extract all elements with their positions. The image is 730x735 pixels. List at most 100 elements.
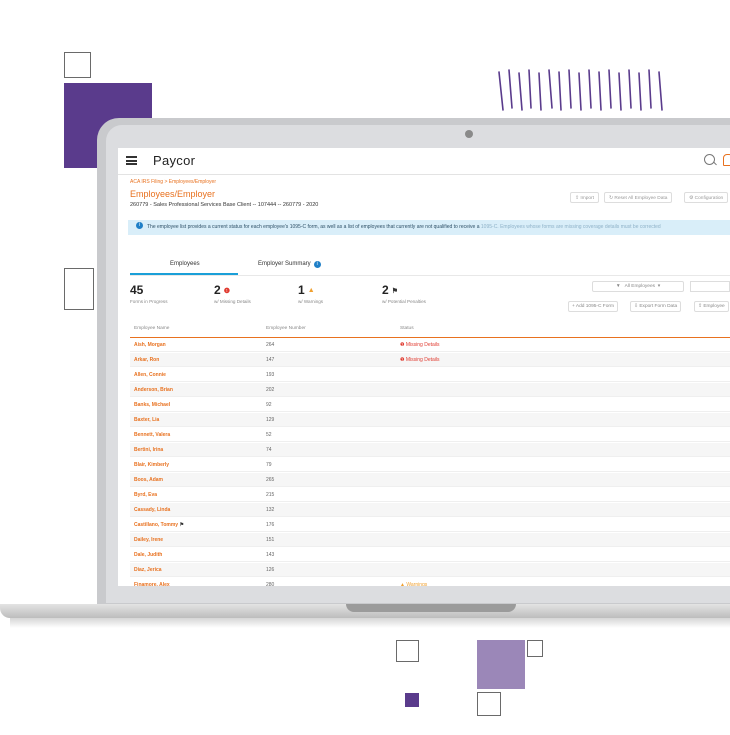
laptop-screen: Paycor ACA IRS Filing > Employees/Employ… — [118, 148, 730, 586]
bell-icon[interactable] — [723, 154, 730, 166]
breadcrumb[interactable]: ACA IRS Filing > Employees/Employer — [130, 179, 216, 185]
employee-filter-select[interactable]: ▼ All Employees ▾ — [592, 281, 684, 292]
app-logo[interactable]: Paycor — [153, 153, 195, 168]
tab-employees[interactable]: Employees — [170, 261, 200, 267]
top-bar: Paycor — [118, 148, 730, 175]
table-row[interactable]: Allen, Connie 193 — [130, 368, 730, 382]
employee-number: 52 — [266, 432, 272, 438]
table-row[interactable]: Dale, Judith 143 — [130, 548, 730, 562]
table-row[interactable]: Bennett, Valera 52 — [130, 428, 730, 442]
table-row[interactable]: Byrd, Eva 215 — [130, 488, 730, 502]
status-cell: ▲ Warnings — [400, 582, 428, 586]
employee-name-link[interactable]: Castillano, Tommy ⚑ — [134, 522, 184, 528]
export-label: Export Form Data — [639, 304, 678, 309]
stat-potential-penalties[interactable]: 2 ⚑ — [382, 283, 398, 297]
table-row[interactable]: Aish, Morgan 264 ❶ Missing Details — [130, 338, 730, 352]
add-form-label: Add 1095-C Form — [575, 304, 614, 309]
error-icon: ❶ — [223, 287, 230, 295]
decor-square-outline — [396, 640, 419, 662]
status-cell: ❶ Missing Details — [400, 357, 440, 363]
employee-name-link[interactable]: Cassady, Linda — [134, 507, 170, 513]
decor-square-outline — [477, 692, 501, 716]
employee-number: 265 — [266, 477, 275, 483]
employee-number: 143 — [266, 552, 275, 558]
add-form-button[interactable]: + Add 1095-C Form — [568, 301, 618, 312]
decor-square-outline — [527, 640, 543, 657]
column-header-name[interactable]: Employee Name — [134, 326, 169, 331]
laptop-shadow — [10, 618, 730, 628]
employee-number: 176 — [266, 522, 275, 528]
tab-employer-summary-label: Employer Summary — [258, 261, 311, 267]
banner-text: The employee list provides a current sta… — [147, 224, 481, 230]
employee-name-link[interactable]: Banks, Michael — [134, 402, 170, 408]
camera-icon — [465, 130, 473, 138]
tab-employees-label: Employees — [170, 261, 200, 267]
employee-name-link[interactable]: Blair, Kimberly — [134, 462, 169, 468]
employee-number: 129 — [266, 417, 275, 423]
stat-forms-in-progress: 45 — [130, 283, 144, 297]
employee-name-link[interactable]: Dailey, Irene — [134, 537, 163, 543]
export-button[interactable]: ⇩ Export Form Data — [630, 301, 682, 312]
stat-warnings[interactable]: 1 ▲ — [298, 283, 315, 297]
table-row[interactable]: Boos, Adam 265 — [130, 473, 730, 487]
hamburger-menu-icon[interactable] — [126, 156, 137, 165]
table-row[interactable]: Castillano, Tommy ⚑ 176 — [130, 518, 730, 532]
configuration-button[interactable]: ⚙ Configuration — [684, 192, 729, 203]
employee-name-link[interactable]: Diaz, Jerica — [134, 567, 162, 573]
table-row[interactable]: Diaz, Jerica 126 — [130, 563, 730, 577]
tab-employer-summary[interactable]: Employer Summary i — [258, 261, 321, 268]
table-row[interactable]: Cassady, Linda 132 — [130, 503, 730, 517]
info-icon: i — [313, 261, 321, 268]
employee-name-link[interactable]: Anderson, Brian — [134, 387, 173, 393]
table-row[interactable]: Blair, Kimberly 79 — [130, 458, 730, 472]
table-row[interactable]: Dailey, Irene 151 — [130, 533, 730, 547]
table-row[interactable]: Arkar, Ron 147 ❶ Missing Details — [130, 353, 730, 367]
stat-missing-details[interactable]: 2❶ — [214, 283, 230, 297]
employee-number: 193 — [266, 372, 275, 378]
employee-name-link[interactable]: Bertini, Irina — [134, 447, 163, 453]
error-icon: ❶ — [400, 342, 405, 348]
reset-data-button[interactable]: ↻ Reset All Employee Data — [604, 192, 673, 203]
employee-name-link[interactable]: Allen, Connie — [134, 372, 166, 378]
table-row[interactable]: Finamore, Alex 280 ▲ Warnings — [130, 578, 730, 586]
stat-label: w/ Warnings — [298, 299, 324, 304]
banner-text-faded: 1095-C. Employees whose forms are missin… — [480, 224, 661, 230]
employee-name-link[interactable]: Aish, Morgan — [134, 342, 166, 348]
table-row[interactable]: Banks, Michael 92 — [130, 398, 730, 412]
decor-square-purple — [405, 693, 419, 707]
employee-number: 132 — [266, 507, 275, 513]
stat-label: Forms in Progress — [130, 299, 168, 304]
employee-name-link[interactable]: Bennett, Valera — [134, 432, 170, 438]
employee-name-link[interactable]: Byrd, Eva — [134, 492, 157, 498]
employee-name-link[interactable]: Arkar, Ron — [134, 357, 159, 363]
employee-number: 264 — [266, 342, 275, 348]
search-input[interactable] — [690, 281, 730, 292]
employee-name-link[interactable]: Baxter, Lia — [134, 417, 159, 423]
employee-number: 79 — [266, 462, 272, 468]
employee-number: 92 — [266, 402, 272, 408]
employee-name-link[interactable]: Dale, Judith — [134, 552, 162, 558]
import-button[interactable]: ⇪ Import — [570, 192, 599, 203]
employee-number: 202 — [266, 387, 275, 393]
status-cell: ❶ Missing Details — [400, 342, 440, 348]
search-icon[interactable] — [704, 154, 715, 165]
table-row[interactable]: Baxter, Lia 129 — [130, 413, 730, 427]
info-icon: i — [136, 222, 143, 230]
stat-label: w/ Missing Details — [214, 299, 251, 304]
table-row[interactable]: Bertini, Irina 74 — [130, 443, 730, 457]
decor-square-outline — [64, 52, 91, 78]
filter-label: All Employees — [624, 284, 656, 289]
info-banner: i The employee list provides a current st… — [128, 220, 730, 235]
employee-name-link[interactable]: Finamore, Alex — [134, 582, 170, 586]
employee-name-link[interactable]: Boos, Adam — [134, 477, 163, 483]
table-row[interactable]: Anderson, Brian 202 — [130, 383, 730, 397]
error-icon: ❶ — [400, 357, 405, 363]
employee-button[interactable]: ⇪ Employee — [694, 301, 729, 312]
employee-number: 280 — [266, 582, 275, 586]
employee-label: Employee — [703, 304, 725, 309]
stat-label: w/ Potential Penalties — [382, 299, 426, 304]
tab-divider — [130, 275, 730, 276]
employee-number: 126 — [266, 567, 275, 573]
column-header-number[interactable]: Employee Number — [266, 326, 306, 331]
column-header-status[interactable]: Status — [400, 326, 414, 331]
